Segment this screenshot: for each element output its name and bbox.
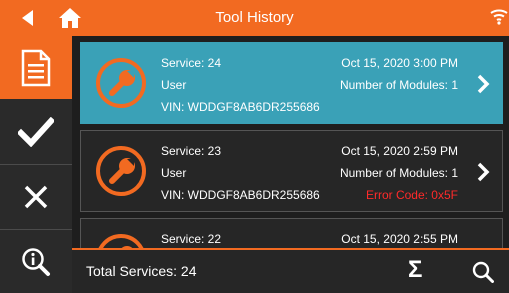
service-modules: Number of Modules: 1 — [339, 78, 458, 92]
service-item[interactable]: Service: 22 Oct 15, 2020 2:55 PM — [80, 218, 503, 248]
service-datetime: Oct 15, 2020 2:55 PM — [341, 232, 458, 246]
sidebar — [0, 36, 72, 293]
service-datetime: Oct 15, 2020 3:00 PM — [341, 56, 458, 70]
service-number: Service: 23 — [161, 144, 222, 158]
service-number: Service: 24 — [161, 56, 222, 70]
sidebar-item-details[interactable] — [0, 230, 72, 293]
chevron-right-icon[interactable] — [476, 162, 490, 182]
sidebar-item-confirm[interactable] — [0, 100, 72, 164]
service-item[interactable]: Service: 23 User VIN: WDDGF8AB6DR255686 … — [80, 130, 503, 212]
wrench-icon — [96, 146, 146, 196]
sum-icon[interactable]: Σ — [408, 256, 422, 284]
service-item[interactable]: Service: 24 User VIN: WDDGF8AB6DR255686 … — [80, 42, 503, 124]
wrench-icon — [96, 58, 146, 108]
chevron-right-icon[interactable] — [476, 74, 490, 94]
check-icon — [18, 117, 54, 147]
service-user: User — [161, 78, 187, 92]
service-vin: VIN: WDDGF8AB6DR255686 — [161, 188, 320, 202]
service-datetime: Oct 15, 2020 2:59 PM — [341, 144, 458, 158]
search-detail-icon — [22, 247, 50, 276]
service-vin: VIN: WDDGF8AB6DR255686 — [161, 100, 320, 114]
footer-bar: Total Services: 24 Σ — [72, 248, 509, 293]
document-icon — [21, 49, 51, 86]
service-list[interactable]: Service: 24 User VIN: WDDGF8AB6DR255686 … — [72, 36, 509, 248]
close-icon — [24, 185, 48, 209]
service-error-code: Error Code: 0x5F — [365, 188, 458, 202]
wifi-icon — [490, 9, 508, 25]
total-services: Total Services: 24 — [86, 263, 197, 279]
service-modules: Number of Modules: 1 — [339, 166, 458, 180]
service-user: User — [161, 166, 187, 180]
search-icon[interactable] — [472, 261, 494, 283]
page-title: Tool History — [215, 9, 294, 26]
sidebar-item-history[interactable] — [0, 36, 72, 99]
service-number: Service: 22 — [161, 232, 222, 246]
wrench-icon — [98, 234, 144, 248]
sidebar-item-cancel[interactable] — [0, 165, 72, 229]
header-bar: Tool History — [0, 0, 509, 36]
